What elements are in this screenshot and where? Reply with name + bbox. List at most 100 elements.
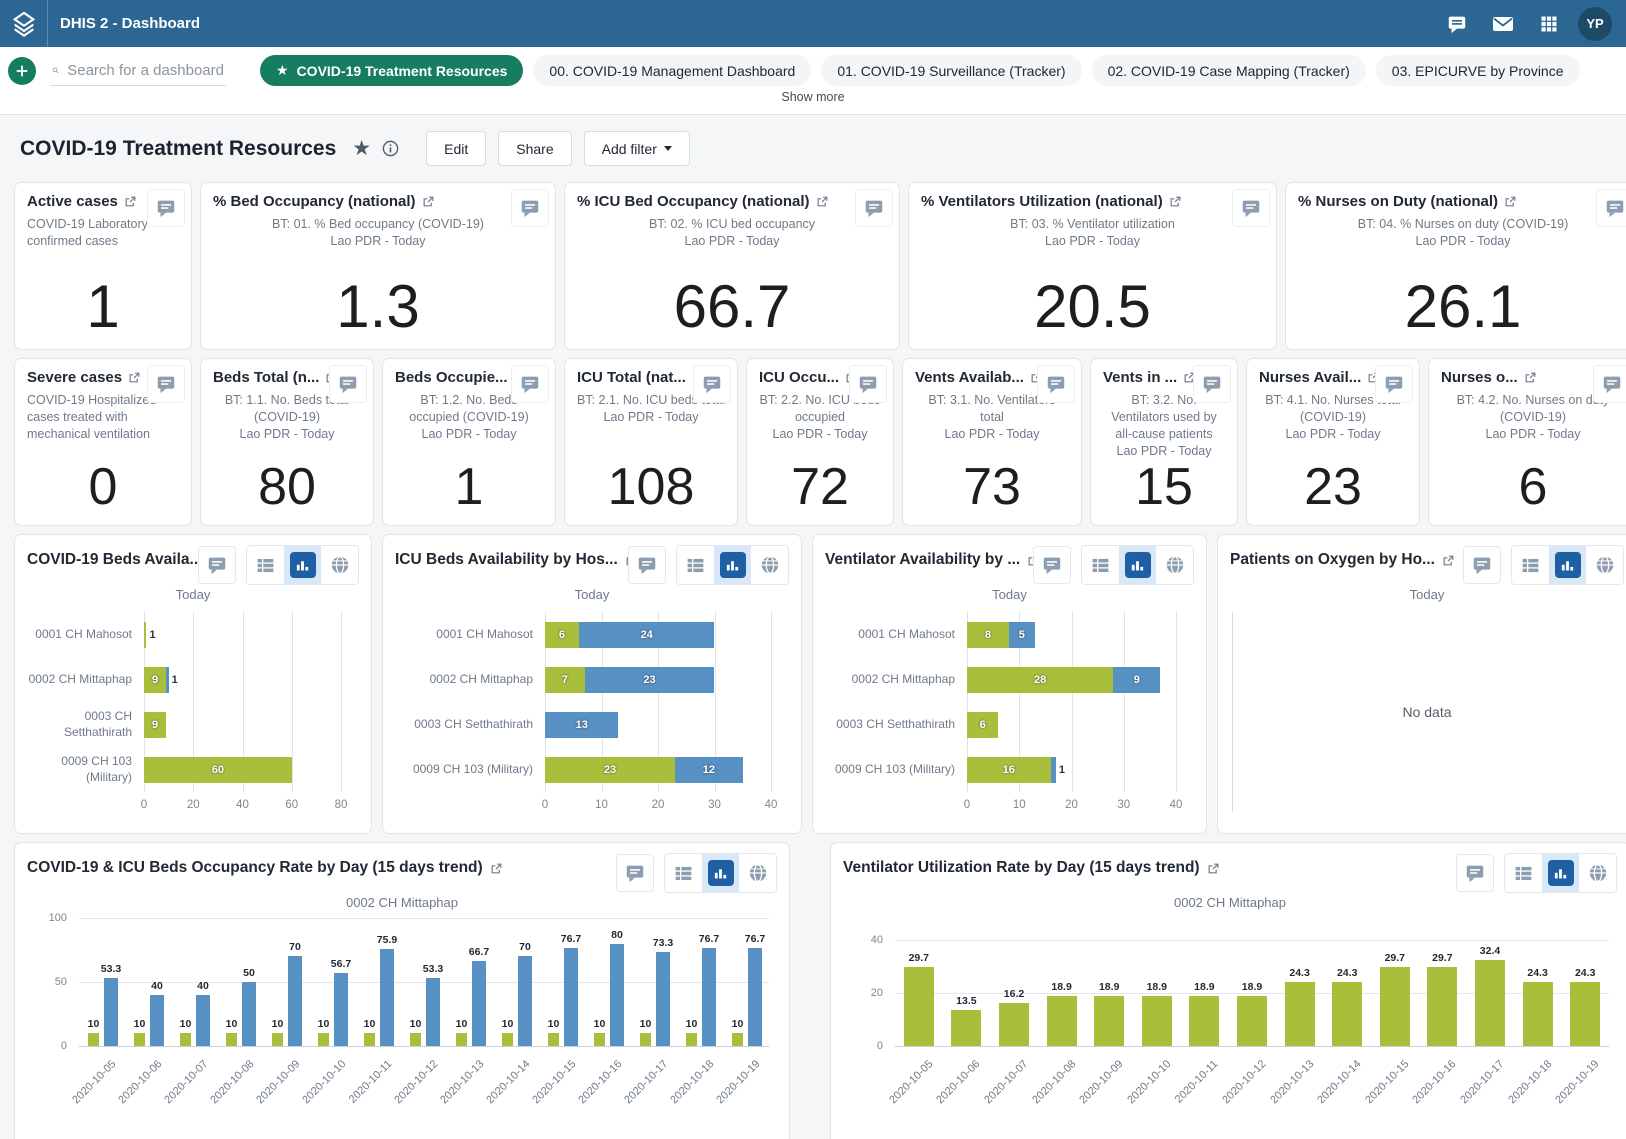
stat-card-title[interactable]: Nurses o... — [1441, 369, 1537, 386]
chart-card: ICU Beds Availability by Hos...Today0102… — [382, 534, 802, 834]
stat-card-title[interactable]: % ICU Bed Occupancy (national) — [577, 193, 829, 210]
open-in-app-icon[interactable] — [1504, 195, 1517, 208]
map-view-icon[interactable] — [1586, 546, 1623, 584]
messages-icon[interactable] — [1480, 0, 1526, 47]
interpretations-comment-icon[interactable] — [329, 365, 367, 403]
chart-view-icon[interactable] — [1549, 546, 1586, 584]
open-in-app-icon[interactable] — [816, 195, 829, 208]
show-more-link[interactable]: Show more — [781, 90, 844, 104]
dashboard-search-input[interactable]: Search for a dashboard — [50, 56, 226, 86]
chart-title[interactable]: Ventilator Utilization Rate by Day (15 d… — [843, 853, 1220, 877]
table-view-icon[interactable] — [677, 546, 714, 584]
dashboard-chip[interactable]: 01. COVID-19 Surveillance (Tracker) — [821, 55, 1081, 86]
interpretations-comment-icon[interactable] — [511, 189, 549, 227]
stat-card-value: 1 — [383, 457, 555, 517]
open-in-app-icon[interactable] — [1524, 371, 1537, 384]
interpretations-comment-icon[interactable] — [147, 365, 185, 403]
column-bar — [702, 948, 716, 1046]
stat-card-title[interactable]: Vents Availab... — [915, 369, 1043, 386]
interpretations-comment-icon[interactable] — [1593, 365, 1626, 403]
open-in-app-icon[interactable] — [128, 371, 141, 384]
open-in-app-icon[interactable] — [1169, 195, 1182, 208]
stat-card-value: 108 — [565, 457, 737, 517]
interpretations-comment-icon[interactable] — [1037, 365, 1075, 403]
dashboard-chip[interactable]: 03. EPICURVE by Province — [1376, 55, 1580, 86]
stat-card-title[interactable]: Active cases — [27, 193, 137, 210]
interpretations-comment-icon[interactable] — [1033, 546, 1071, 584]
map-view-icon[interactable] — [751, 546, 788, 584]
star-icon[interactable]: ★ — [352, 136, 371, 161]
category-label: 0003 CH Setthathirath — [27, 707, 132, 743]
map-view-icon[interactable] — [1156, 546, 1193, 584]
stat-card-title[interactable]: ICU Occu... — [759, 369, 858, 386]
interpretations-comment-icon[interactable] — [693, 365, 731, 403]
open-in-app-icon[interactable] — [490, 862, 503, 875]
info-icon[interactable] — [381, 139, 400, 158]
open-in-app-icon[interactable] — [422, 195, 435, 208]
stat-card-title[interactable]: Nurses Avail... — [1259, 369, 1380, 386]
open-in-app-icon[interactable] — [1442, 554, 1455, 567]
dashboard-chip[interactable]: ★COVID-19 Treatment Resources — [260, 55, 523, 86]
bar-value-label: 24.3 — [1289, 967, 1309, 979]
apps-grid-icon[interactable] — [1526, 0, 1572, 47]
edit-button[interactable]: Edit — [426, 131, 486, 166]
map-view-icon[interactable] — [321, 546, 358, 584]
interpretations-comment-icon[interactable] — [855, 189, 893, 227]
dhis2-logo[interactable] — [0, 0, 48, 47]
chart-title[interactable]: ICU Beds Availability by Hos... — [395, 545, 628, 569]
interpretations-comment-icon[interactable] — [147, 189, 185, 227]
chart-view-icon[interactable] — [702, 854, 739, 892]
app-header: DHIS 2 - Dashboard YP — [0, 0, 1626, 47]
interpretations-comment-icon[interactable] — [511, 365, 549, 403]
x-axis-tick-label: 40 — [765, 799, 778, 811]
map-view-icon[interactable] — [1579, 854, 1616, 892]
column-bar — [640, 1033, 651, 1046]
new-dashboard-button[interactable] — [8, 57, 36, 85]
bar-value-label: 76.7 — [699, 933, 719, 945]
interpretations-comment-icon[interactable] — [1456, 854, 1494, 892]
interpretations-comment-icon[interactable] — [849, 365, 887, 403]
chart-title[interactable]: Ventilator Availability by ... — [825, 545, 1033, 569]
stat-card-title[interactable]: ICU Total (nat... — [577, 369, 705, 386]
add-filter-button[interactable]: Add filter — [584, 131, 690, 166]
table-view-icon[interactable] — [665, 854, 702, 892]
chart-view-icon[interactable] — [1119, 546, 1156, 584]
table-view-icon[interactable] — [1082, 546, 1119, 584]
open-in-app-icon[interactable] — [124, 195, 137, 208]
chart-title[interactable]: Patients on Oxygen by Ho... — [1230, 545, 1455, 569]
table-view-icon[interactable] — [1512, 546, 1549, 584]
stat-card-title[interactable]: Beds Occupie... — [395, 369, 527, 386]
interpretations-comment-icon[interactable] — [1232, 189, 1270, 227]
interpretations-comment-icon[interactable] — [1375, 365, 1413, 403]
interpretations-icon[interactable] — [1434, 0, 1480, 47]
dashboard-chip[interactable]: 00. COVID-19 Management Dashboard — [533, 55, 811, 86]
y-gridline — [895, 940, 1609, 941]
stat-card-title[interactable]: % Nurses on Duty (national) — [1298, 193, 1517, 210]
chart-title[interactable]: COVID-19 & ICU Beds Occupancy Rate by Da… — [27, 853, 503, 877]
dashboard-chip[interactable]: 02. COVID-19 Case Mapping (Tracker) — [1092, 55, 1366, 86]
chart-card: Ventilator Utilization Rate by Day (15 d… — [830, 842, 1626, 1139]
interpretations-comment-icon[interactable] — [198, 546, 236, 584]
interpretations-comment-icon[interactable] — [628, 546, 666, 584]
map-view-icon[interactable] — [739, 854, 776, 892]
stat-card-title[interactable]: Vents in ... — [1103, 369, 1196, 386]
interpretations-comment-icon[interactable] — [1596, 189, 1626, 227]
chart-view-icon[interactable] — [714, 546, 751, 584]
column-bar — [410, 1033, 421, 1046]
stat-card-title[interactable]: % Ventilators Utilization (national) — [921, 193, 1182, 210]
interpretations-comment-icon[interactable] — [1463, 546, 1501, 584]
table-view-icon[interactable] — [1505, 854, 1542, 892]
interpretations-comment-icon[interactable] — [616, 854, 654, 892]
stat-card-title[interactable]: Severe cases — [27, 369, 141, 386]
share-button[interactable]: Share — [498, 131, 571, 166]
chart-view-icon[interactable] — [1542, 854, 1579, 892]
stat-card-title[interactable]: % Bed Occupancy (national) — [213, 193, 435, 210]
interpretations-comment-icon[interactable] — [1193, 365, 1231, 403]
bar-value-label: 29.7 — [1385, 952, 1405, 964]
stat-card-title[interactable]: Beds Total (n... — [213, 369, 338, 386]
chart-title[interactable]: COVID-19 Beds Availa... — [27, 545, 198, 569]
avatar[interactable]: YP — [1578, 7, 1612, 41]
chart-view-icon[interactable] — [284, 546, 321, 584]
open-in-app-icon[interactable] — [1207, 862, 1220, 875]
table-view-icon[interactable] — [247, 546, 284, 584]
